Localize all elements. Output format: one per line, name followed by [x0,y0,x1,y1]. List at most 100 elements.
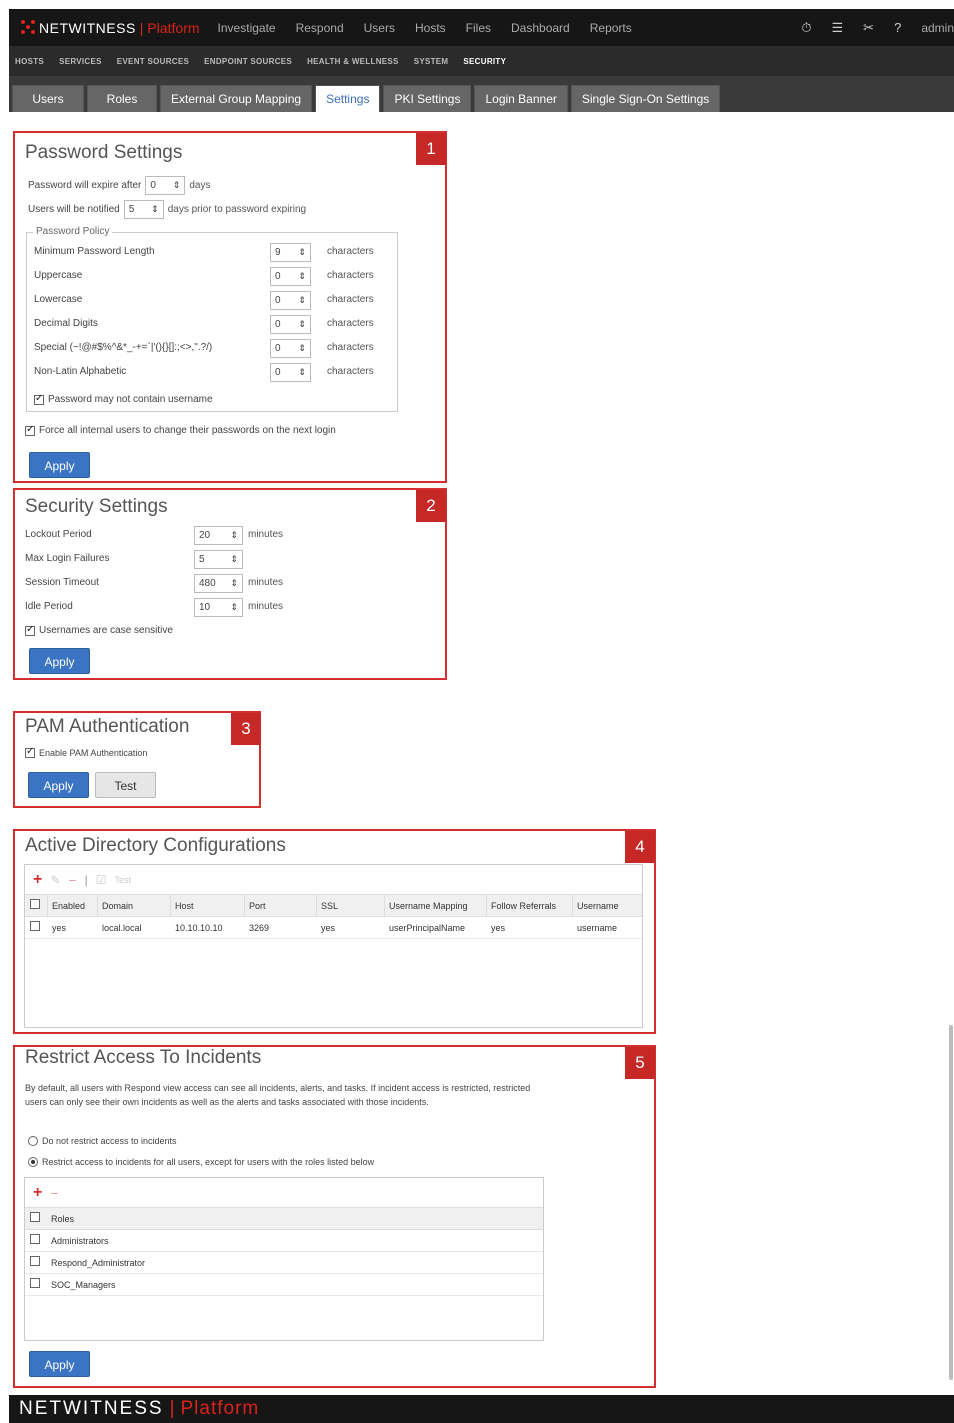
security-stepper[interactable]: 5 ⇕ [194,550,243,569]
ad-column-header[interactable]: Port [244,895,266,917]
security-label: Session Timeout [25,577,99,588]
ad-select-all-checkbox[interactable] [30,899,40,909]
role-name: Administrators [51,1236,109,1246]
subnav-health-wellness[interactable]: HEALTH & WELLNESS [307,57,399,66]
roles-select-all-checkbox[interactable] [30,1212,40,1222]
list-item[interactable]: SOC_Managers [25,1274,543,1296]
ad-column-header[interactable]: Host [170,895,194,917]
nav-reports[interactable]: Reports [590,21,632,35]
security-stepper[interactable]: 20 ⇕ [194,526,243,545]
subnav-hosts[interactable]: HOSTS [15,57,44,66]
notify-label: Users will be notified [28,204,120,215]
roles-grid: + − Roles Administrators Respond_Administ… [24,1177,544,1341]
subnav-endpoint-sources[interactable]: ENDPOINT SOURCES [204,57,292,66]
add-role-icon[interactable]: + [33,1184,42,1202]
nav-dashboard[interactable]: Dashboard [511,21,570,35]
role-checkbox[interactable] [30,1278,40,1288]
role-checkbox[interactable] [30,1234,40,1244]
ad-column-header[interactable]: Follow Referrals [486,895,556,917]
callout-4: 4 [625,831,655,863]
row-checkbox[interactable] [30,921,40,931]
pam-test-button[interactable]: Test [95,772,156,798]
no-username-checkbox[interactable] [34,393,44,405]
pam-apply-button[interactable]: Apply [28,772,89,798]
tab-pki-settings[interactable]: PKI Settings [383,85,472,112]
logo-platform: Platform [147,19,200,36]
security-settings-title: Security Settings [25,496,168,517]
expire-days-stepper[interactable]: 0 ⇕ [145,176,186,195]
help-icon[interactable]: ? [894,20,901,35]
tab-roles[interactable]: Roles [87,85,157,112]
ad-column-header[interactable]: SSL [316,895,338,917]
policy-label: Decimal Digits [34,318,98,329]
remove-icon: − [68,871,77,888]
table-cell: userPrincipalName [389,923,466,933]
restrict-title: Restrict Access To Incidents [25,1047,262,1068]
tab-sso-settings[interactable]: Single Sign-On Settings [570,85,721,112]
ad-column-header[interactable]: Username Mapping [384,895,468,917]
top-nav-bar: NETWITNESS | Platform Investigate Respon… [9,9,954,46]
table-cell: username [577,923,618,933]
tab-settings[interactable]: Settings [315,85,381,112]
list-item[interactable]: Administrators [25,1230,543,1252]
admin-subnav: HOSTS SERVICES EVENT SOURCES ENDPOINT SO… [9,46,954,76]
ad-column-header[interactable]: Username [572,895,619,917]
ad-column-header[interactable]: Enabled [47,895,85,917]
nav-hosts[interactable]: Hosts [415,21,446,35]
password-apply-button[interactable]: Apply [29,452,90,478]
list-item[interactable]: Respond_Administrator [25,1252,543,1274]
page-scrollbar[interactable] [949,1025,953,1380]
logo[interactable]: NETWITNESS | Platform [21,19,200,36]
tab-external-group-mapping[interactable]: External Group Mapping [160,85,313,112]
case-sensitive-checkbox[interactable] [25,624,35,636]
user-menu[interactable]: admin [921,21,954,35]
policy-unit: characters [327,246,374,257]
policy-unit: characters [327,270,374,281]
subnav-event-sources[interactable]: EVENT SOURCES [117,57,189,66]
security-stepper[interactable]: 10 ⇕ [194,598,243,617]
nav-users[interactable]: Users [364,21,395,35]
security-stepper[interactable]: 480 ⇕ [194,574,243,593]
restrict-radio[interactable] [28,1157,38,1167]
policy-label: Lowercase [34,294,83,305]
nav-respond[interactable]: Respond [296,21,344,35]
policy-label: Special (~!@#$%^&*_-+=`|'(){}[]:;<>,".?/… [34,342,213,353]
subnav-services[interactable]: SERVICES [59,57,102,66]
callout-2: 2 [416,490,446,522]
security-apply-button[interactable]: Apply [29,648,90,674]
nav-files[interactable]: Files [466,21,491,35]
timer-icon[interactable]: ⏱ [801,20,811,36]
policy-stepper[interactable]: 0 ⇕ [270,363,311,382]
policy-stepper[interactable]: 0 ⇕ [270,267,311,286]
callout-5: 5 [625,1047,655,1079]
enable-pam-checkbox[interactable] [25,746,35,758]
ad-column-header[interactable]: Domain [97,895,133,917]
roles-header: Roles [51,1214,75,1224]
subnav-system[interactable]: SYSTEM [414,57,449,66]
subnav-security[interactable]: SECURITY [463,57,506,66]
restrict-apply-button[interactable]: Apply [29,1351,90,1377]
policy-stepper[interactable]: 0 ⇕ [270,291,311,310]
ad-test-button: Test [114,874,131,885]
tools-icon[interactable]: ✂ [863,20,874,36]
role-checkbox[interactable] [30,1256,40,1266]
nav-investigate[interactable]: Investigate [218,21,276,35]
logo-text: NETWITNESS [39,19,136,36]
tab-login-banner[interactable]: Login Banner [474,85,568,112]
policy-stepper[interactable]: 0 ⇕ [270,339,311,358]
add-icon[interactable]: + [33,871,42,889]
policy-stepper[interactable]: 9 ⇕ [270,243,311,262]
pam-title: PAM Authentication [25,716,190,737]
tab-users[interactable]: Users [12,85,84,112]
table-cell: yes [321,923,336,933]
policy-unit: characters [327,318,374,329]
tasks-icon[interactable]: ☰ [832,20,844,36]
table-row[interactable]: yes local.local 10.10.10.10 3269 yes userPrin… [25,917,642,939]
policy-stepper[interactable]: 0 ⇕ [270,315,311,334]
security-tabs: Users Roles External Group Mapping Setti… [9,76,954,112]
force-change-checkbox[interactable] [25,424,35,436]
notify-days-stepper[interactable]: 5 ⇕ [123,200,164,219]
security-label: Max Login Failures [25,553,110,564]
no-restrict-radio[interactable] [28,1136,38,1146]
table-cell: 10.10.10.10 [175,923,223,933]
